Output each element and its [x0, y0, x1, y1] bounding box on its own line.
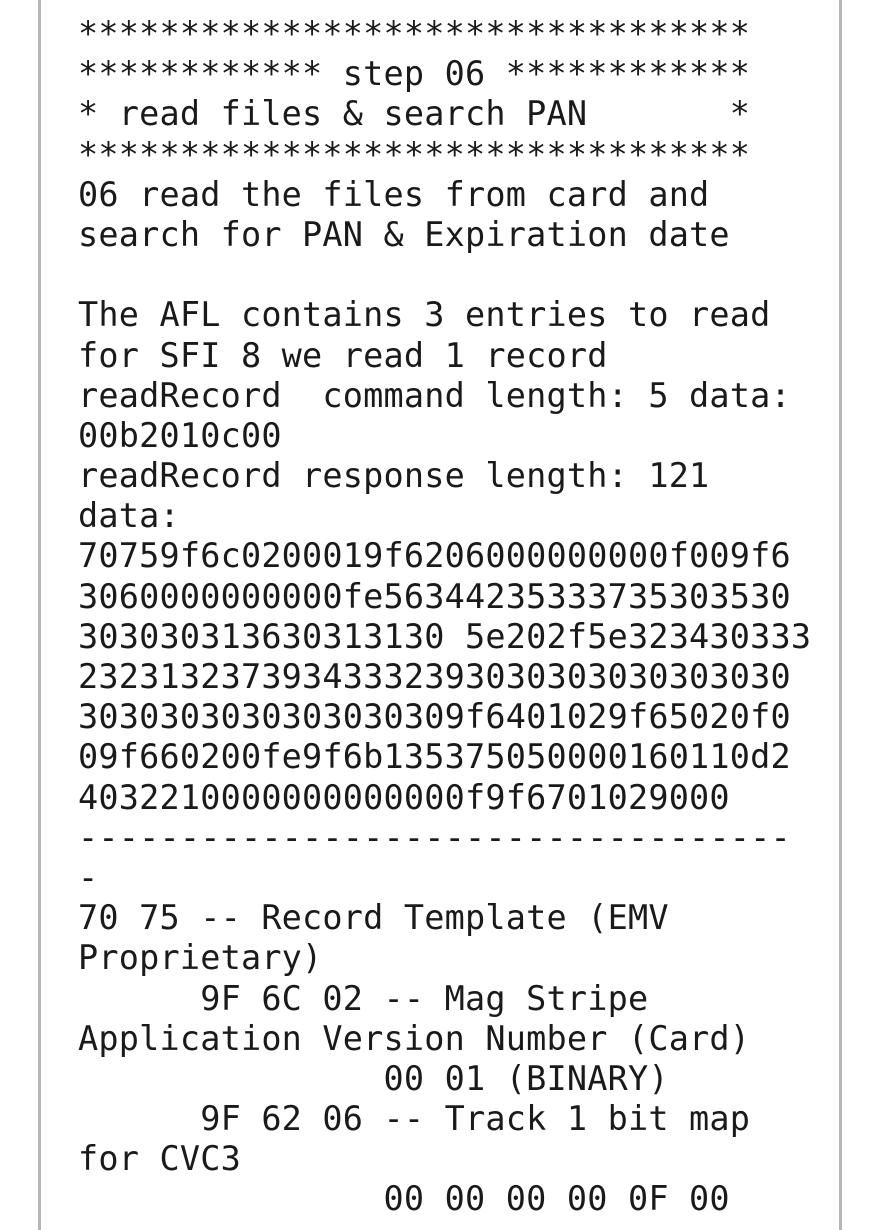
- log-line: 70759f6c0200019f6206000000000f009f6: [78, 536, 791, 576]
- log-line: Application Version Number (Card): [78, 1018, 751, 1058]
- log-line: 70 75 -- Record Template (EMV: [78, 898, 669, 938]
- log-line: 9F 6C 02 -- Mag Stripe: [78, 978, 649, 1018]
- log-line: 3060000000000fe56344235333735303530: [78, 576, 791, 616]
- log-line: *********************************: [78, 14, 751, 53]
- log-line: 9F 62 06 -- Track 1 bit map: [78, 1099, 751, 1139]
- log-line: * read files & search PAN *: [78, 94, 751, 134]
- terminal-viewport: ********************************* ******…: [0, 0, 884, 1230]
- log-line: 00b2010c00: [78, 415, 282, 455]
- log-line: *********************************: [78, 134, 751, 174]
- log-line: 4032210000000000000f9f6701029000: [78, 777, 730, 817]
- log-line: 06 read the files from card and: [78, 174, 710, 214]
- log-line: readRecord command length: 5 data:: [78, 375, 791, 415]
- log-line: 00 00 00 00 0F 00: [78, 1179, 730, 1219]
- log-line: The AFL contains 3 entries to read: [78, 295, 771, 335]
- log-line: Proprietary): [78, 938, 323, 978]
- log-output: ********************************* ******…: [78, 14, 811, 1220]
- log-line: ************ step 06 ************: [78, 54, 751, 94]
- log-line: data:: [78, 496, 180, 536]
- log-line: search for PAN & Expiration date: [78, 214, 730, 254]
- log-line: 00 01 (BINARY): [78, 1058, 669, 1098]
- log-line: 3030303030303030309f6401029f65020f0: [78, 697, 791, 737]
- log-line: 09f660200fe9f6b135375050000160110d2: [78, 737, 791, 777]
- log-line: 23231323739343332393030303030303030: [78, 657, 791, 696]
- log-line: -----------------------------------: [78, 817, 791, 857]
- log-line: for CVC3: [78, 1139, 241, 1179]
- log-line: for SFI 8 we read 1 record: [78, 335, 608, 375]
- log-line: readRecord response length: 121: [78, 456, 710, 496]
- log-line: 303030313630313130 5e202f5e323430333: [78, 616, 812, 656]
- log-line: -: [78, 857, 99, 897]
